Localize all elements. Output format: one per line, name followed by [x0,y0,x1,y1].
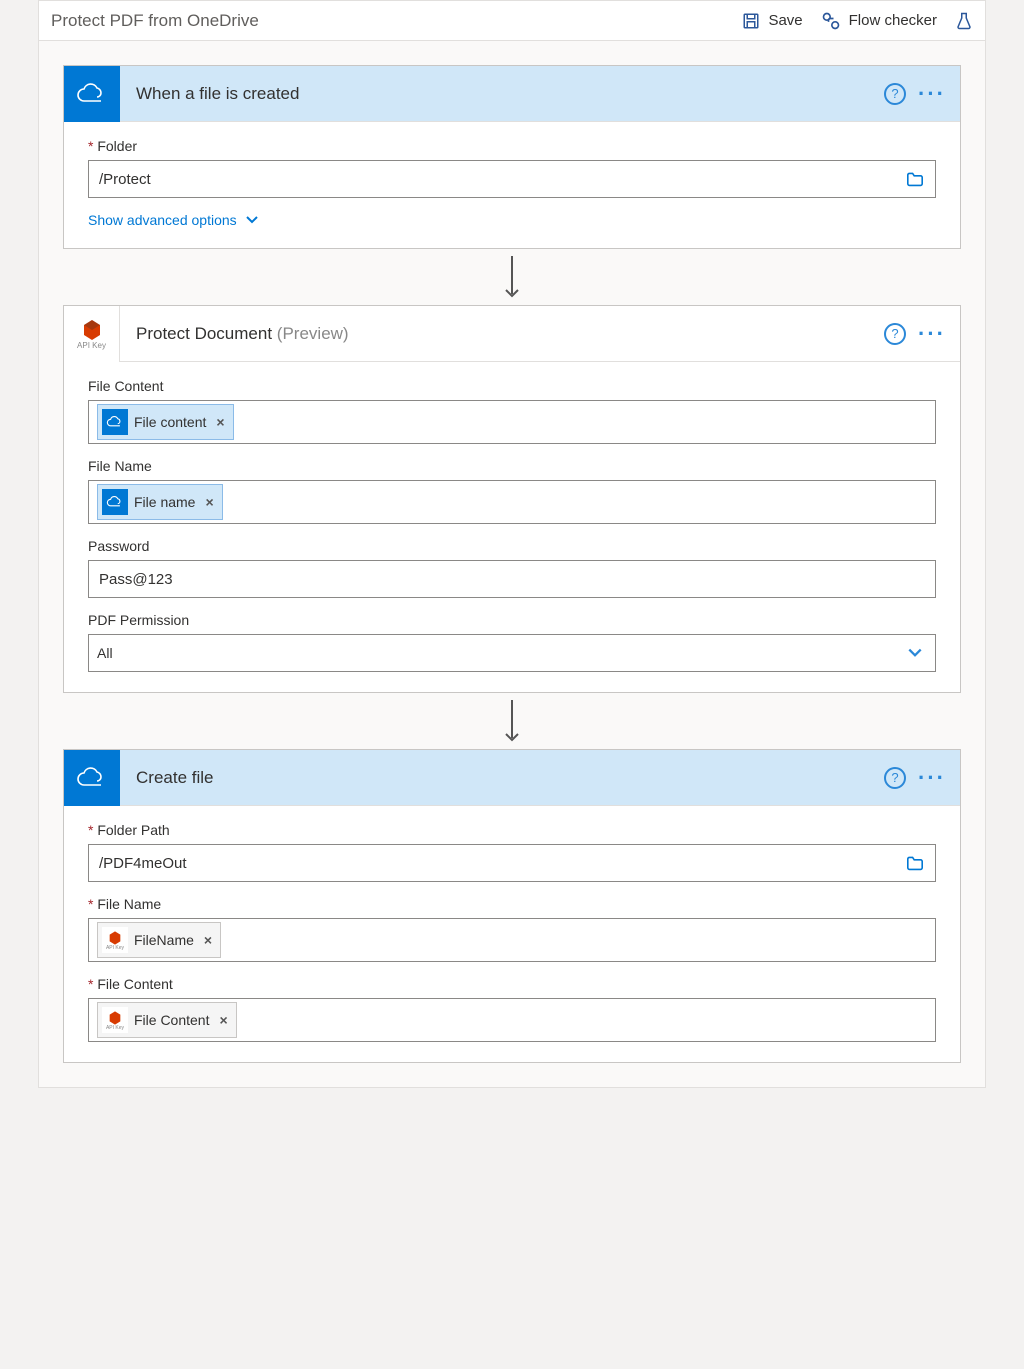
createfile-header[interactable]: Create file ? ··· [64,750,960,806]
folderpath-control[interactable] [88,844,936,882]
flow-designer: Protect PDF from OneDrive Save Flow chec… [38,0,986,1088]
onedrive-icon [102,409,128,435]
token-remove[interactable]: × [201,494,213,510]
folderpath-label: Folder Path [88,822,936,838]
folder-picker-icon[interactable] [905,855,925,871]
protect-title: Protect Document (Preview) [136,324,349,344]
save-icon [742,12,760,30]
password-control[interactable] [88,560,936,598]
onedrive-icon [64,66,120,122]
token-remove[interactable]: × [212,414,224,430]
flow-checker-icon [821,11,841,31]
flask-icon [955,11,973,31]
permission-select[interactable]: All [88,634,936,672]
onedrive-icon [64,750,120,806]
flow-checker-button[interactable]: Flow checker [821,11,937,31]
api-key-label: API Key [77,342,106,350]
chevron-down-icon [907,647,923,659]
more-menu[interactable]: ··· [918,773,946,783]
flow-arrow [63,693,961,749]
token-label: File Content [134,1012,209,1028]
pdf4me-icon: API Key [64,306,120,362]
filename-token[interactable]: File name × [97,484,223,520]
trigger-title: When a file is created [136,84,299,104]
password-input[interactable] [97,570,927,589]
page-title: Protect PDF from OneDrive [51,11,259,31]
token-label: FileName [134,932,194,948]
folder-picker-icon[interactable] [905,171,925,187]
filecontent-label: File Content [88,378,936,394]
filename-control[interactable]: API Key FileName × [88,918,936,962]
help-icon[interactable]: ? [884,323,906,345]
password-label: Password [88,538,936,554]
topbar: Protect PDF from OneDrive Save Flow chec… [39,1,985,41]
help-icon[interactable]: ? [884,767,906,789]
filecontent-control[interactable]: File content × [88,400,936,444]
permission-label: PDF Permission [88,612,936,628]
flow-checker-label: Flow checker [849,12,937,29]
createfile-title: Create file [136,768,213,788]
test-button[interactable] [955,11,973,31]
filename-label: File Name [88,458,936,474]
show-advanced-label: Show advanced options [88,212,237,228]
filename-label: File Name [88,896,936,912]
createfile-card: Create file ? ··· Folder Path File Nam [63,749,961,1063]
filecontent-token[interactable]: API Key File Content × [97,1002,237,1038]
folder-input[interactable] [97,170,927,189]
flow-arrow [63,249,961,305]
folder-control[interactable] [88,160,936,198]
chevron-down-icon [245,215,259,225]
token-remove[interactable]: × [215,1012,227,1028]
filecontent-control[interactable]: API Key File Content × [88,998,936,1042]
token-label: File content [134,414,206,430]
filename-token[interactable]: API Key FileName × [97,922,221,958]
folder-label: Folder [88,138,936,154]
save-button[interactable]: Save [742,12,802,30]
more-menu[interactable]: ··· [918,329,946,339]
pdf4me-icon: API Key [102,927,128,953]
onedrive-icon [102,489,128,515]
folderpath-input[interactable] [97,854,927,873]
trigger-header[interactable]: When a file is created ? ··· [64,66,960,122]
filecontent-token[interactable]: File content × [97,404,234,440]
help-icon[interactable]: ? [884,83,906,105]
preview-badge: (Preview) [277,324,349,343]
more-menu[interactable]: ··· [918,89,946,99]
filename-control[interactable]: File name × [88,480,936,524]
pdf4me-icon: API Key [102,1007,128,1033]
canvas: When a file is created ? ··· Folder Sh [39,41,985,1087]
protect-header[interactable]: API Key Protect Document (Preview) ? ··· [64,306,960,362]
token-label: File name [134,494,195,510]
token-remove[interactable]: × [200,932,212,948]
protect-card: API Key Protect Document (Preview) ? ···… [63,305,961,693]
filecontent-label: File Content [88,976,936,992]
show-advanced-options[interactable]: Show advanced options [88,212,936,228]
save-label: Save [768,12,802,29]
trigger-card: When a file is created ? ··· Folder Sh [63,65,961,249]
permission-value: All [97,645,113,661]
